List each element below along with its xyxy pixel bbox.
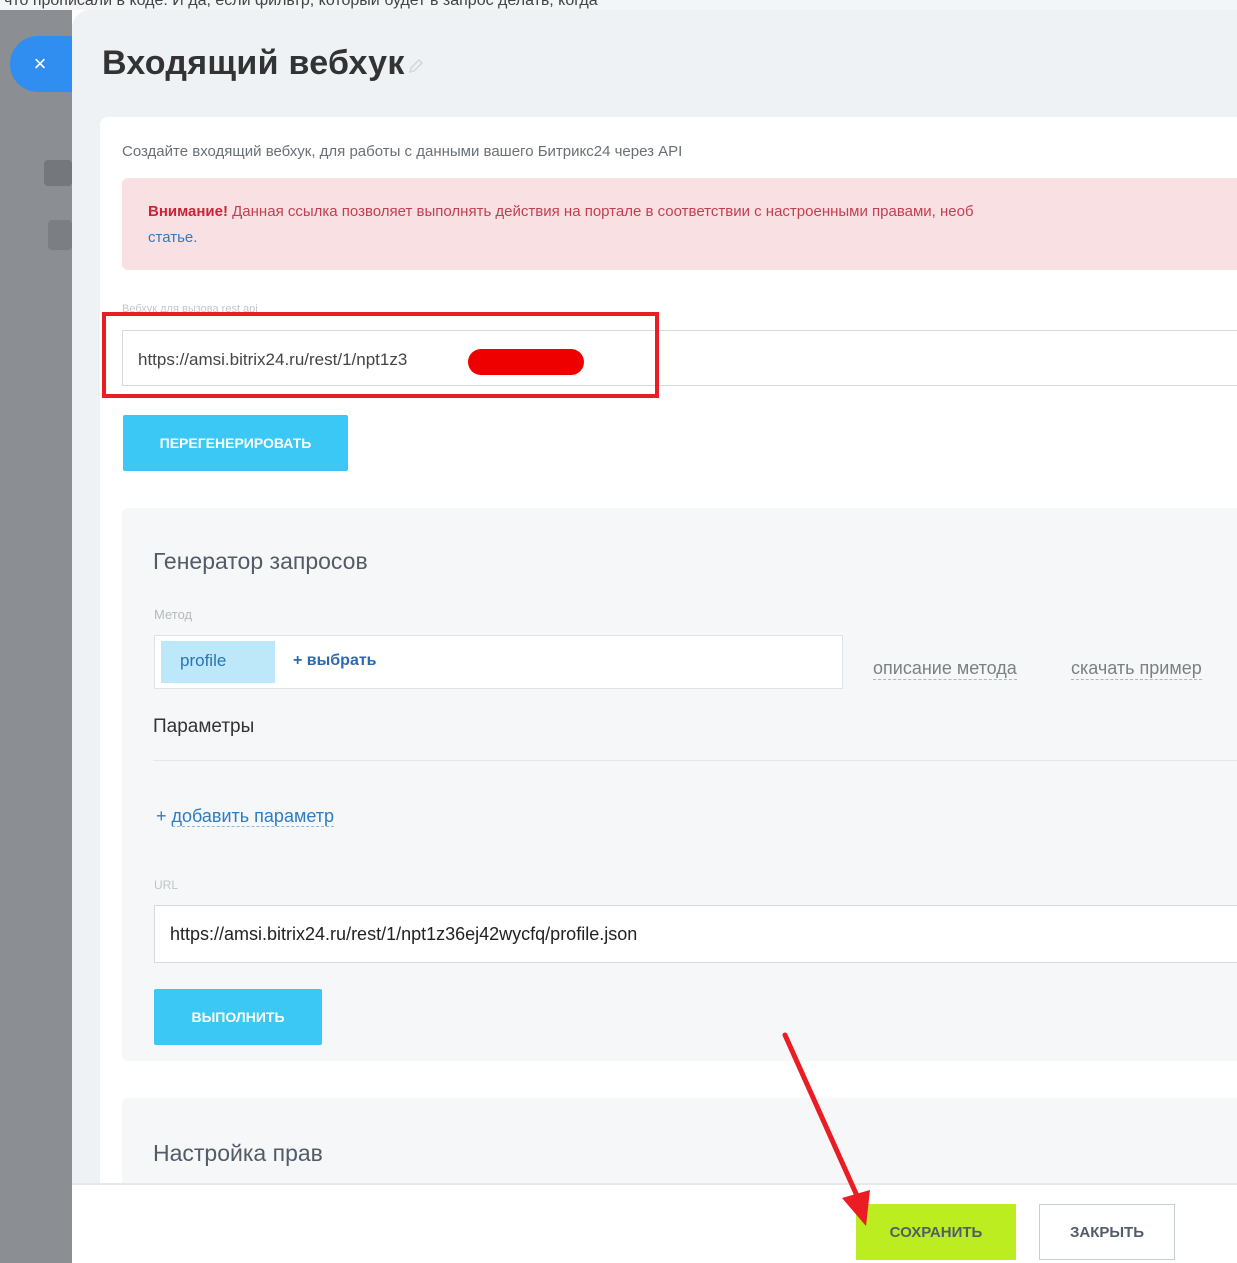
choose-method-button[interactable]: + выбрать	[293, 652, 377, 670]
warning-strong: Внимание!	[148, 203, 228, 220]
partial-top-text: что прописали в коде. И да, если фильтр,…	[0, 0, 1237, 10]
run-button[interactable]: ВЫПОЛНИТЬ	[154, 989, 322, 1045]
blurred-background-content	[48, 220, 72, 250]
warning-text: Внимание! Данная ссылка позволяет выполн…	[148, 203, 974, 220]
method-description-link[interactable]: описание метода	[873, 658, 1017, 680]
generator-title: Генератор запросов	[153, 548, 368, 574]
annotation-arrow-icon	[782, 1032, 870, 1226]
warning-article-link[interactable]: статье.	[148, 229, 197, 246]
request-url-value: https://amsi.bitrix24.ru/rest/1/npt1z36e…	[170, 924, 638, 944]
warning-body: Данная ссылка позволяет выполнять действ…	[227, 203, 974, 220]
add-param-label: добавить параметр	[171, 806, 334, 827]
blurred-background-content	[44, 160, 72, 186]
method-label: Метод	[154, 607, 193, 622]
background-overlay	[0, 10, 72, 1263]
rights-title: Настройка прав	[153, 1140, 323, 1166]
regenerate-button[interactable]: ПЕРЕГЕНЕРИРОВАТЬ	[123, 415, 348, 471]
warning-alert	[122, 178, 1237, 270]
plus-icon: +	[156, 806, 172, 826]
edit-title-pencil-icon[interactable]	[408, 58, 424, 74]
method-chip-label: profile	[180, 651, 227, 670]
divider	[153, 760, 1237, 761]
close-icon: ×	[33, 51, 47, 76]
page-title: Входящий вебхук	[102, 44, 405, 82]
close-button[interactable]: ЗАКРЫТЬ	[1039, 1204, 1175, 1260]
request-generator-panel	[122, 508, 1237, 1061]
download-example-link[interactable]: скачать пример	[1071, 658, 1202, 680]
params-title: Параметры	[153, 716, 255, 737]
request-url-label: URL	[154, 878, 179, 892]
add-param-link[interactable]: + добавить параметр	[156, 806, 334, 827]
slider-close-button[interactable]: ×	[10, 36, 72, 92]
intro-text: Создайте входящий вебхук, для работы с д…	[122, 143, 683, 160]
annotation-highlight-box	[102, 312, 659, 398]
